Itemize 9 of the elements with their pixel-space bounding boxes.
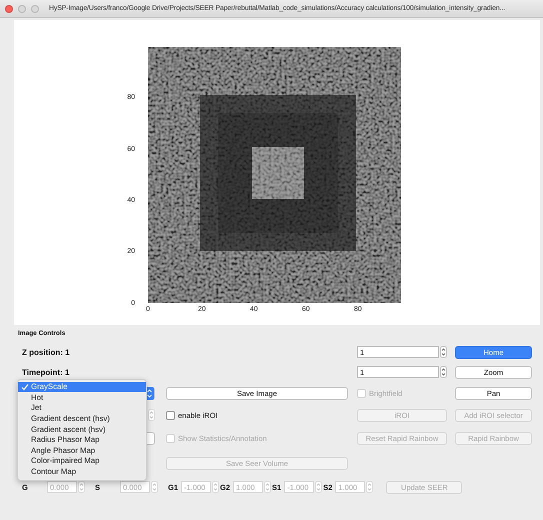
timepoint-label: Timepoint: 1 bbox=[22, 368, 70, 376]
stepper-icon[interactable] bbox=[440, 366, 447, 378]
z-position-label: Z position: 1 bbox=[22, 348, 70, 356]
zoom-icon[interactable] bbox=[31, 4, 39, 12]
minimize-icon[interactable] bbox=[18, 4, 26, 12]
close-icon[interactable] bbox=[5, 4, 13, 12]
checkmark-icon bbox=[21, 382, 29, 391]
checkbox[interactable] bbox=[166, 410, 175, 420]
stepper-icon[interactable] bbox=[440, 346, 447, 358]
